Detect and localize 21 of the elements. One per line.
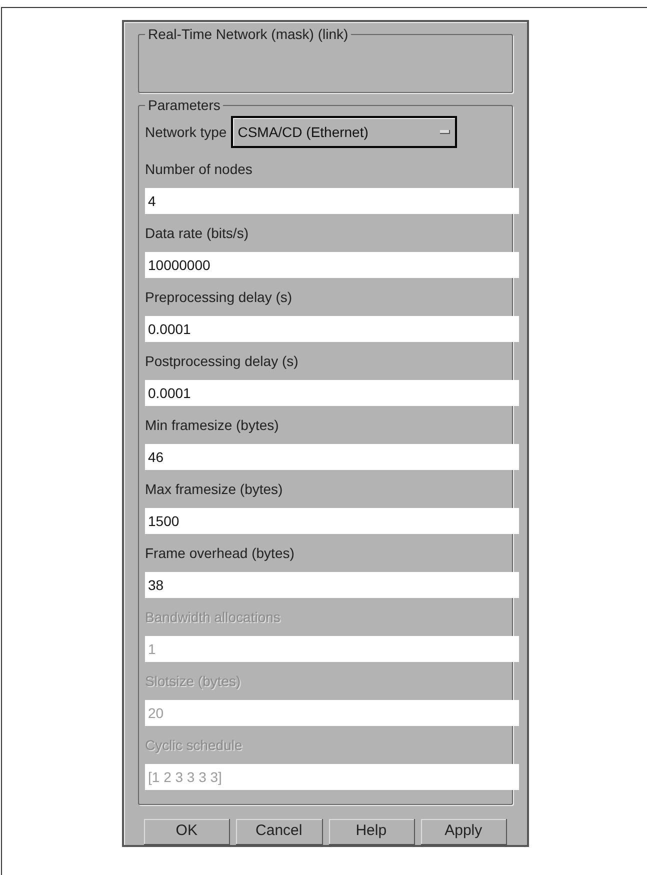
field-label: Network type bbox=[145, 122, 227, 142]
field-label: Min framesize (bytes) bbox=[145, 416, 280, 435]
dialog-button[interactable]: Help bbox=[328, 819, 415, 845]
field-label: Preprocessing delay (s) bbox=[145, 288, 294, 307]
input-field[interactable]: 1500 bbox=[145, 508, 519, 534]
input-field[interactable]: 0.0001 bbox=[145, 316, 519, 342]
field-label: Max framesize (bytes) bbox=[145, 480, 284, 499]
dialog-button[interactable]: Apply bbox=[420, 819, 507, 845]
input-field[interactable]: 0.0001 bbox=[145, 380, 519, 406]
input-field[interactable]: 4 bbox=[145, 188, 519, 214]
field-label: Number of nodes bbox=[145, 160, 254, 179]
input-field[interactable]: 38 bbox=[145, 572, 519, 598]
dialog-button[interactable]: Cancel bbox=[236, 819, 322, 845]
field-label: Frame overhead (bytes) bbox=[145, 544, 296, 563]
option-menu-icon bbox=[440, 130, 450, 134]
input-field[interactable]: 46 bbox=[145, 444, 519, 470]
network-type-dropdown[interactable]: CSMA/CD (Ethernet) bbox=[230, 116, 457, 148]
field-label: Postprocessing delay (s) bbox=[145, 352, 300, 371]
input-field[interactable]: 10000000 bbox=[145, 252, 519, 278]
field-label: Data rate (bits/s) bbox=[145, 224, 250, 243]
dialog-button[interactable]: OK bbox=[144, 819, 230, 845]
